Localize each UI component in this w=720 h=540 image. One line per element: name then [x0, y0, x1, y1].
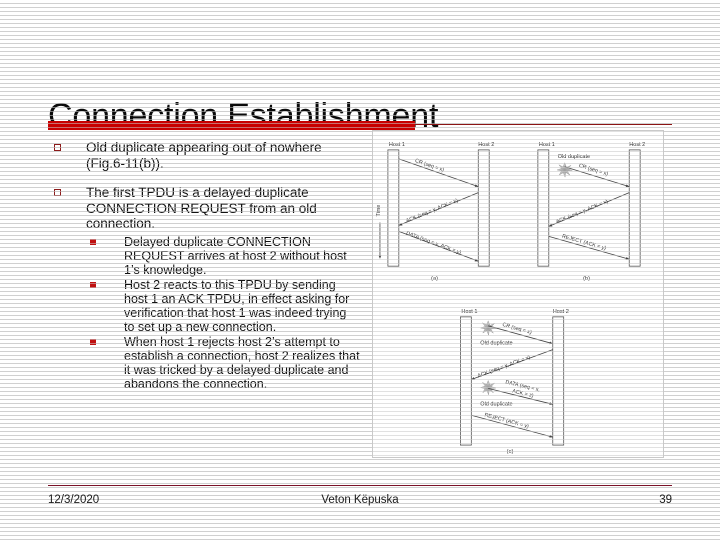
time-axis-label: Time	[376, 205, 382, 217]
host2-label: Host 2	[629, 142, 645, 148]
panel-caption-c: (c)	[507, 449, 514, 455]
list-item: Delayed duplicate CONNECTION REQUEST arr…	[86, 235, 360, 277]
sub-bullet-text: Host 2 reacts to this TPDU by sending ho…	[124, 277, 350, 334]
message-arrow-reject	[471, 414, 553, 438]
message-label-ack: ACK (seq = y, ACK = x)	[477, 355, 531, 380]
sub-bullet-square-icon	[90, 338, 96, 345]
starburst-icon	[556, 162, 573, 178]
sub-bullet-text: Delayed duplicate CONNECTION REQUEST arr…	[124, 234, 347, 277]
footer-separator-rule	[48, 485, 672, 486]
message-label-data: DATA (seq = x, ACK = y)	[405, 231, 462, 257]
bullet-square-icon	[54, 144, 61, 151]
footer-author: Veton Këpuska	[321, 494, 399, 506]
bullet-square-icon	[54, 189, 61, 196]
host1-timeline-bar	[537, 149, 550, 267]
starburst-icon	[480, 380, 496, 395]
figure-panel-a: Host 1 Host 2 Time CR (seq = x) ACK (seq…	[376, 142, 494, 282]
panel-caption-a: (a)	[431, 276, 438, 282]
list-item: When host 1 rejects host 2’s attempt to …	[86, 335, 360, 391]
message-arrow-reject	[548, 235, 630, 260]
host1-label: Host 1	[539, 142, 555, 148]
old-duplicate-label: Old duplicate	[480, 341, 512, 347]
footer: 12/3/2020 Veton Këpuska 39	[48, 494, 672, 510]
host2-timeline-bar	[477, 149, 490, 267]
sub-bullet-square-icon	[90, 238, 96, 245]
starburst-icon	[480, 320, 496, 336]
footer-page-number: 39	[659, 494, 672, 506]
message-arrow-cr	[398, 158, 479, 188]
sub-bullet-text: When host 1 rejects host 2’s attempt to …	[124, 334, 360, 391]
message-label-ack: ACK (seq = y, ACK = x)	[405, 198, 459, 224]
host1-label: Host 1	[389, 142, 405, 148]
slide-canvas: Connection Establishment Old duplicate a…	[0, 0, 720, 540]
host1-timeline-bar	[387, 149, 400, 267]
list-item: The first TPDU is a delayed duplicate CO…	[48, 185, 360, 391]
title-rule-thick-segment	[48, 121, 415, 130]
old-duplicate-label: Old duplicate	[480, 401, 512, 407]
figure-panel-c: Host 1 Host 2 Old duplicate CR (seq = x)…	[460, 309, 569, 455]
host1-timeline-bar	[460, 316, 472, 446]
title-rule-thin-segment	[415, 124, 672, 125]
sub-bullet-square-icon	[90, 281, 96, 288]
panel-caption-b: (b)	[583, 276, 590, 282]
bullet-text: The first TPDU is a delayed duplicate CO…	[86, 185, 317, 231]
host2-label: Host 2	[478, 142, 494, 148]
host1-label: Host 1	[461, 309, 477, 315]
title-underline-rule	[48, 121, 672, 130]
old-duplicate-label: Old duplicate	[558, 154, 590, 160]
figure-svg: Host 1 Host 2 Time CR (seq = x) ACK (seq…	[376, 142, 645, 455]
list-item: Host 2 reacts to this TPDU by sending ho…	[86, 278, 360, 334]
host2-timeline-bar	[552, 316, 565, 446]
body-content-column: Old duplicate appearing out of nowhere (…	[48, 140, 360, 405]
message-label-reject: REJECT (ACK = y)	[561, 234, 607, 252]
host2-label: Host 2	[553, 309, 569, 315]
host2-timeline-bar	[628, 149, 641, 267]
list-item: Old duplicate appearing out of nowhere (…	[48, 140, 360, 171]
figure-panel-b: Host 1 Host 2 Old duplicate CR (seq = x)…	[537, 142, 645, 282]
sub-list: Delayed duplicate CONNECTION REQUEST arr…	[86, 235, 360, 391]
message-label-reject: REJECT (ACK = y)	[484, 412, 530, 430]
message-label-ack: ACK (seq = y, ACK = x)	[555, 199, 609, 225]
bullet-text: Old duplicate appearing out of nowhere (…	[86, 140, 322, 171]
figure-connection-establishment-diagram: Host 1 Host 2 Time CR (seq = x) ACK (seq…	[372, 130, 664, 458]
